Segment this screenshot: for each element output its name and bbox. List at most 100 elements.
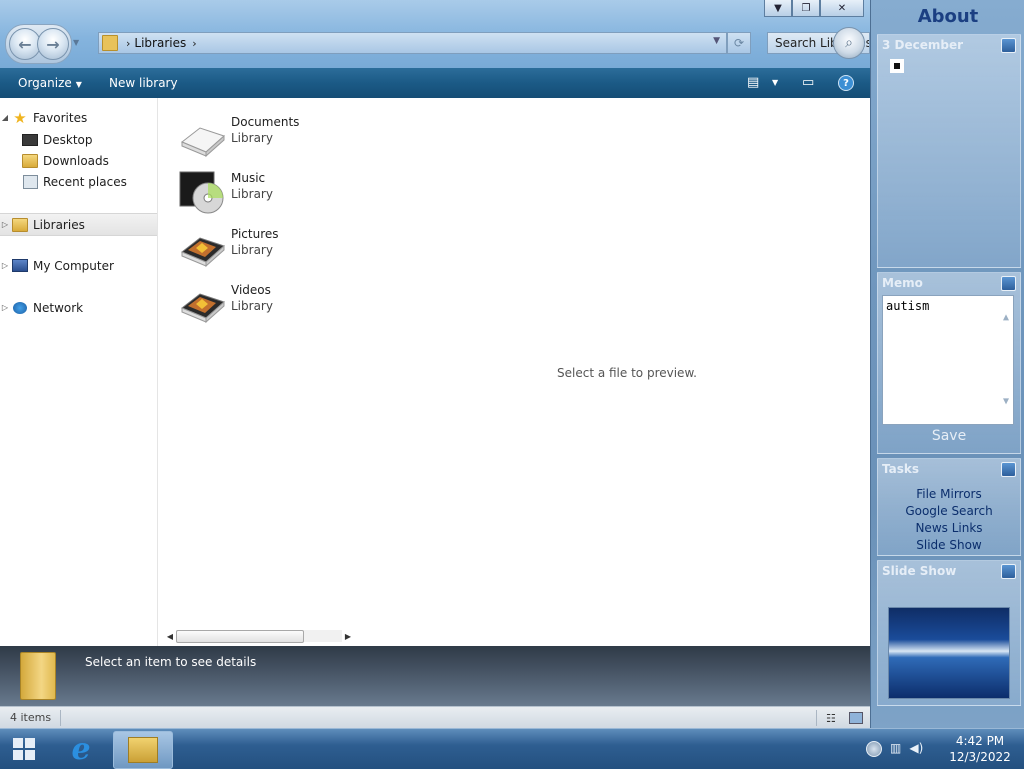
calendar-checkbox[interactable]	[890, 59, 904, 73]
slideshow-gadget-icon[interactable]	[1001, 564, 1016, 579]
tasks-gadget-icon[interactable]	[1001, 462, 1016, 477]
expand-arrow-icon[interactable]: ▷	[0, 303, 10, 312]
volume-icon[interactable]: ◀)	[909, 741, 923, 757]
file-list: Documents Library Music Library Pictures	[158, 98, 870, 646]
network-status-icon[interactable]: ▥	[890, 741, 901, 757]
desktop-icon	[22, 133, 38, 147]
library-item-pictures[interactable]: Pictures Library	[178, 224, 378, 274]
organize-button[interactable]: Organize ▼	[18, 76, 82, 90]
library-item-videos[interactable]: Videos Library	[178, 280, 378, 330]
star-icon: ★	[13, 108, 27, 127]
view-options-dropdown-icon[interactable]: ▼	[772, 78, 778, 87]
folder-icon	[20, 652, 56, 700]
horizontal-scrollbar[interactable]: ◀ ▶	[164, 629, 360, 643]
title-bar: ▼ ❐ ✕ ← → ▼ › Libraries › ▼ ⟳ Search Lib…	[0, 0, 870, 68]
library-type: Library	[231, 187, 273, 201]
file-explorer-taskbar-button[interactable]	[113, 731, 173, 769]
memo-gadget: Memo autism ▲ ▼ Save	[877, 272, 1021, 454]
breadcrumb-chevron-icon[interactable]: ›	[126, 37, 130, 50]
nav-item-favorites[interactable]: ◢ ★ Favorites	[0, 107, 157, 128]
windows-logo-icon	[13, 738, 35, 760]
scroll-right-icon[interactable]: ▶	[342, 632, 354, 641]
sidebar-about-link[interactable]: About	[871, 6, 1024, 27]
computer-icon	[12, 259, 28, 273]
expand-arrow-icon[interactable]: ▷	[0, 220, 10, 229]
task-link-slide-show[interactable]: Slide Show	[878, 538, 1020, 552]
scroll-thumb[interactable]	[176, 630, 304, 643]
scroll-left-icon[interactable]: ◀	[164, 632, 176, 641]
memo-text: autism	[886, 299, 930, 313]
calendar-date: 3 December	[882, 38, 964, 52]
maximize-button[interactable]: ❐	[792, 0, 820, 17]
network-icon	[12, 301, 28, 315]
search-icon[interactable]: ⌕	[833, 27, 865, 59]
clock-time: 4:42 PM	[955, 734, 1005, 748]
documents-library-icon	[181, 127, 225, 158]
task-link-google-search[interactable]: Google Search	[878, 504, 1020, 518]
nav-item-network[interactable]: ▷ Network	[0, 297, 157, 318]
system-tray: ▥ ◀)	[866, 741, 923, 757]
slideshow-image[interactable]	[888, 607, 1010, 699]
library-type: Library	[231, 131, 273, 145]
tasks-title: Tasks	[882, 462, 920, 476]
recent-places-icon	[22, 174, 38, 189]
expand-arrow-icon[interactable]: ▷	[0, 261, 10, 270]
breadcrumb-libraries[interactable]: Libraries	[134, 36, 186, 50]
minimize-button[interactable]: ▼	[764, 0, 792, 17]
status-bar: 4 items ☷	[0, 706, 870, 729]
refresh-button[interactable]: ⟳	[727, 32, 751, 54]
new-library-button[interactable]: New library	[109, 76, 178, 90]
close-button[interactable]: ✕	[820, 0, 864, 17]
nav-item-libraries[interactable]: ▷ Libraries	[0, 213, 157, 236]
tasks-gadget: Tasks File Mirrors Google Search News Li…	[877, 458, 1021, 556]
library-name: Music	[231, 171, 266, 185]
task-link-file-mirrors[interactable]: File Mirrors	[878, 487, 1020, 501]
scroll-track[interactable]	[176, 630, 342, 643]
details-view-icon[interactable]: ☷	[826, 712, 836, 725]
memo-gadget-icon[interactable]	[1001, 276, 1016, 291]
memo-textarea[interactable]: autism ▲ ▼	[882, 295, 1014, 425]
internet-explorer-taskbar-button[interactable]: e	[60, 731, 102, 767]
nav-label: Libraries	[33, 217, 85, 232]
clock[interactable]: 4:42 PM 12/3/2022	[940, 733, 1020, 765]
taskbar: e ▥ ◀) 4:42 PM 12/3/2022	[0, 728, 1024, 769]
videos-library-icon	[181, 293, 225, 324]
details-message: Select an item to see details	[85, 655, 257, 669]
forward-arrow-icon: →	[46, 34, 60, 54]
refresh-icon: ⟳	[733, 36, 745, 50]
calendar-gadget-icon[interactable]	[1001, 38, 1016, 53]
scroll-down-icon[interactable]: ▼	[1003, 396, 1009, 407]
start-button[interactable]	[4, 733, 44, 765]
scroll-up-icon[interactable]: ▲	[1003, 312, 1009, 323]
library-item-music[interactable]: Music Library	[178, 168, 378, 218]
divider	[60, 710, 61, 726]
memo-save-button[interactable]: Save	[878, 428, 1020, 444]
breadcrumb-chevron-icon[interactable]: ›	[192, 37, 196, 50]
help-icon[interactable]: ?	[838, 75, 854, 91]
preview-pane-message: Select a file to preview.	[557, 366, 697, 380]
nav-item-desktop[interactable]: Desktop	[0, 129, 157, 150]
address-bar[interactable]: › Libraries › ▼	[98, 32, 727, 54]
library-name: Pictures	[231, 227, 279, 241]
nav-item-recent-places[interactable]: Recent places	[0, 171, 157, 192]
change-view-icon[interactable]: ▤	[747, 75, 759, 90]
recent-pages-dropdown[interactable]: ▼	[73, 38, 79, 47]
large-icons-view-icon[interactable]	[849, 712, 863, 724]
nav-label: Recent places	[43, 174, 127, 189]
forward-button[interactable]: →	[37, 28, 69, 60]
desktop-sidebar: About 3 December Memo autism ▲ ▼ Save Ta…	[870, 0, 1024, 728]
slideshow-gadget: Slide Show	[877, 560, 1021, 706]
calendar-gadget: 3 December	[877, 34, 1021, 268]
nav-item-downloads[interactable]: Downloads	[0, 150, 157, 171]
preview-pane-icon[interactable]: ▭	[802, 75, 814, 90]
chevron-down-icon: ▼	[75, 80, 82, 89]
task-link-news-links[interactable]: News Links	[878, 521, 1020, 535]
expand-arrow-icon[interactable]: ◢	[0, 113, 10, 122]
nav-item-my-computer[interactable]: ▷ My Computer	[0, 255, 157, 276]
back-arrow-icon: ←	[18, 34, 32, 54]
internet-explorer-icon: e	[71, 731, 91, 767]
pictures-library-icon	[181, 237, 225, 268]
action-center-icon[interactable]	[866, 741, 882, 757]
library-item-documents[interactable]: Documents Library	[178, 112, 378, 162]
address-dropdown-icon[interactable]: ▼	[713, 36, 720, 46]
